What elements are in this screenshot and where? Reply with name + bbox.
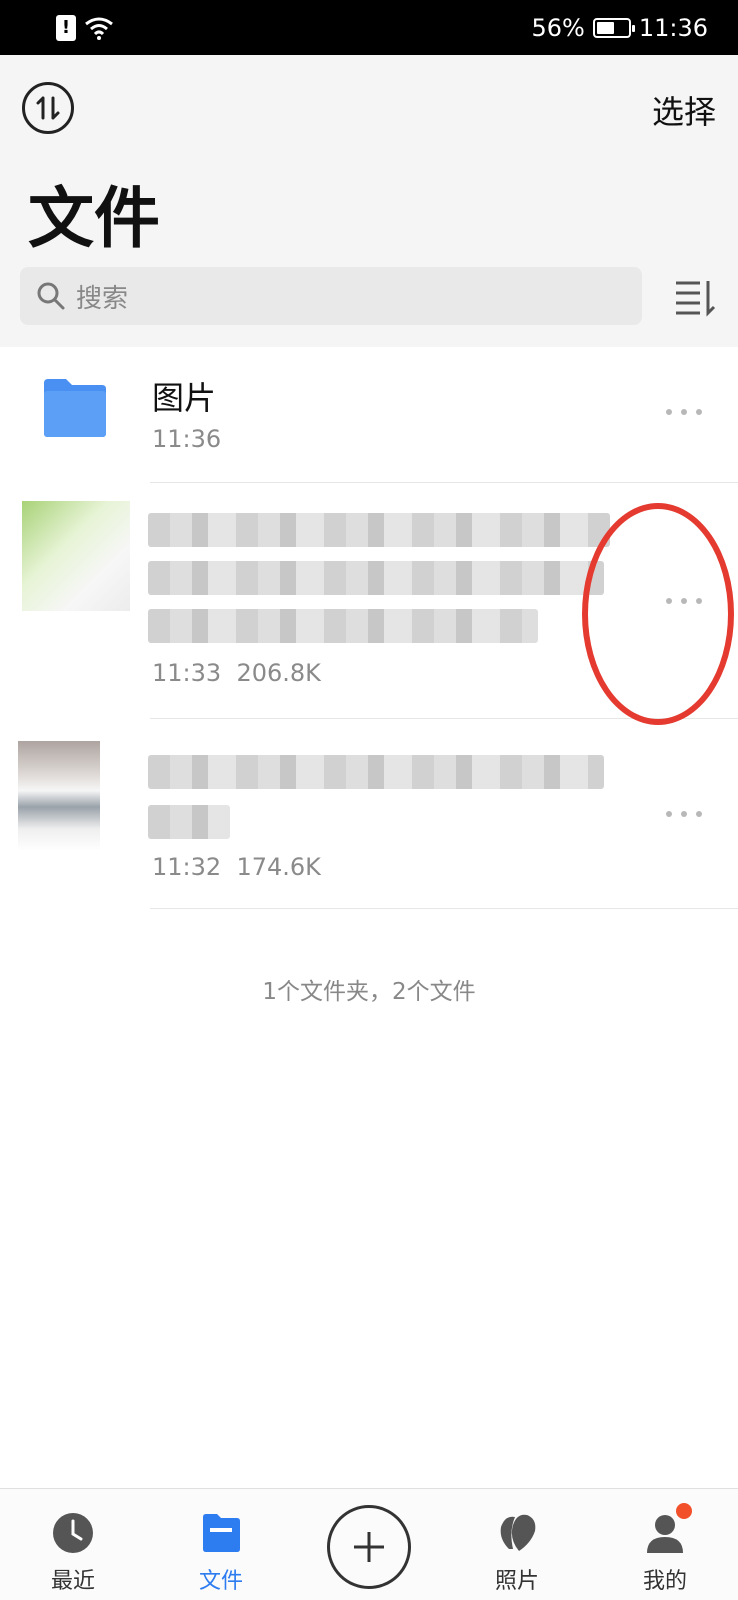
file-meta: 11:32 174.6K xyxy=(152,853,321,881)
list-item-file[interactable]: 11:32 174.6K xyxy=(0,719,738,909)
select-button[interactable]: 选择 xyxy=(652,87,716,133)
status-bar: ! 56% 11:36 xyxy=(0,0,738,55)
add-button[interactable] xyxy=(327,1505,411,1589)
search-icon xyxy=(37,282,65,310)
blurred-name xyxy=(148,755,604,789)
file-count-summary: 1个文件夹，2个文件 xyxy=(262,979,476,1005)
file-thumbnail xyxy=(18,741,100,851)
add-icon xyxy=(354,1532,384,1562)
page-title: 文件 xyxy=(28,180,160,257)
notification-badge xyxy=(676,1503,692,1519)
clock-icon xyxy=(53,1513,93,1553)
annotation-ellipse xyxy=(582,503,734,725)
transfer-icon xyxy=(36,96,60,120)
search-input[interactable]: 搜索 xyxy=(20,267,642,325)
file-thumbnail xyxy=(22,501,130,611)
nav-photos[interactable]: 照片 xyxy=(462,1489,572,1600)
more-button[interactable] xyxy=(666,808,702,820)
sim-alert-icon: ! xyxy=(56,14,76,41)
file-meta: 11:33 206.8K xyxy=(152,659,321,687)
nav-label-files: 文件 xyxy=(198,1569,243,1594)
nav-recent[interactable]: 最近 xyxy=(18,1489,128,1600)
nav-files[interactable]: 文件 xyxy=(166,1489,276,1600)
more-dot xyxy=(696,409,702,415)
file-size: 206.8K xyxy=(236,659,321,687)
more-dot xyxy=(681,811,687,817)
status-time: 11:36 xyxy=(638,13,708,42)
file-size: 174.6K xyxy=(236,853,321,881)
status-right: 56% 11:36 xyxy=(531,14,708,42)
more-dot xyxy=(681,409,687,415)
more-button[interactable] xyxy=(666,406,702,418)
more-dot xyxy=(666,811,672,817)
file-time: 11:32 xyxy=(152,853,222,881)
search-placeholder: 搜索 xyxy=(76,283,129,314)
blurred-name xyxy=(148,609,538,643)
nav-label-mine: 我的 xyxy=(642,1569,687,1594)
battery-percent: 56% xyxy=(531,13,585,42)
photos-icon xyxy=(500,1514,536,1551)
nav-label-photos: 照片 xyxy=(494,1569,539,1594)
transfer-button[interactable] xyxy=(22,82,74,134)
more-dot xyxy=(666,409,672,415)
battery-fill xyxy=(596,21,614,34)
file-name: 图片 xyxy=(152,379,217,417)
status-left: ! xyxy=(56,14,114,41)
file-time: 11:33 xyxy=(152,659,222,687)
divider xyxy=(150,908,738,909)
nav-mine[interactable]: 我的 xyxy=(610,1489,720,1600)
blurred-name xyxy=(148,513,610,547)
wifi-icon xyxy=(85,17,113,40)
file-time: 11:36 xyxy=(152,425,222,453)
blurred-name xyxy=(148,561,604,595)
folder-icon xyxy=(44,379,106,437)
header: 选择 文件 搜索 xyxy=(0,55,738,347)
list-item-folder[interactable]: 图片 11:36 xyxy=(0,347,738,483)
file-icon xyxy=(203,1514,240,1552)
nav-label-recent: 最近 xyxy=(50,1569,95,1594)
page: ! 56% 11:36 选择 文件 搜索 图片 11:36 11:33 206.… xyxy=(0,0,738,1600)
more-dot xyxy=(696,811,702,817)
battery-icon xyxy=(592,17,635,38)
blurred-name xyxy=(148,805,230,839)
sort-icon[interactable] xyxy=(674,277,716,317)
bottom-nav: 最近 文件 照片 我的 xyxy=(0,1488,738,1600)
